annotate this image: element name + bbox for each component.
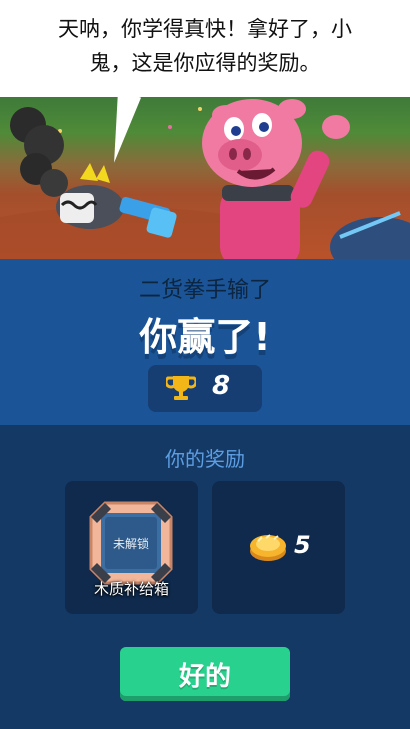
trophy-icon — [166, 376, 196, 400]
chest-name: 木质补给箱 — [93, 580, 169, 598]
chest-locked-label: 未解锁 — [112, 537, 149, 551]
opponent-defeated-text: 二货拳手输了 — [138, 278, 271, 303]
reward-card-chest[interactable]: 未解锁 木质补给箱 — [65, 481, 198, 614]
reward-card-coins: 5 — [212, 481, 345, 614]
trophy-counter: 8 — [148, 365, 262, 412]
scene-illustration — [0, 99, 410, 259]
ok-button[interactable]: 好的 — [120, 647, 290, 701]
dialog-line-2: 鬼，这是你应得的奖励。 — [89, 51, 321, 75]
speech-bubble: 天呐，你学得真快！拿好了，小 鬼，这是你应得的奖励。 — [0, 0, 410, 97]
rewards-title: 你的奖励 — [165, 447, 245, 471]
dialog-line-1: 天呐，你学得真快！拿好了，小 — [58, 17, 352, 41]
victory-title: 你赢了! — [139, 315, 271, 359]
coin-icon — [250, 534, 286, 561]
battle-scene — [0, 97, 410, 259]
coin-count: 5 — [294, 531, 311, 559]
trophy-count: 8 — [212, 371, 231, 401]
